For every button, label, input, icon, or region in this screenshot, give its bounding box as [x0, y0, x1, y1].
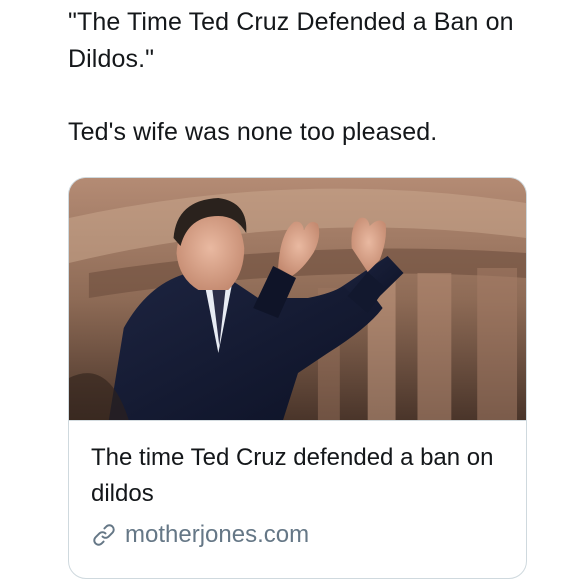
card-photo [69, 178, 526, 420]
link-icon [91, 522, 117, 548]
card-title[interactable]: The time Ted Cruz defended a ban on dild… [91, 440, 501, 512]
card-domain-link[interactable]: motherjones.com [91, 520, 501, 550]
card-body[interactable]: The time Ted Cruz defended a ban on dild… [91, 440, 501, 550]
tweet-text: "The Time Ted Cruz Defended a Ban on Dil… [68, 4, 538, 151]
tweet-quote-line: "The Time Ted Cruz Defended a Ban on Dil… [68, 8, 521, 73]
link-preview-card[interactable]: The time Ted Cruz defended a ban on dild… [68, 177, 527, 579]
card-divider [69, 420, 526, 421]
card-domain-text[interactable]: motherjones.com [125, 520, 309, 550]
card-image[interactable] [69, 178, 526, 420]
tweet-comment-line: Ted's wife was none too pleased. [68, 118, 438, 146]
